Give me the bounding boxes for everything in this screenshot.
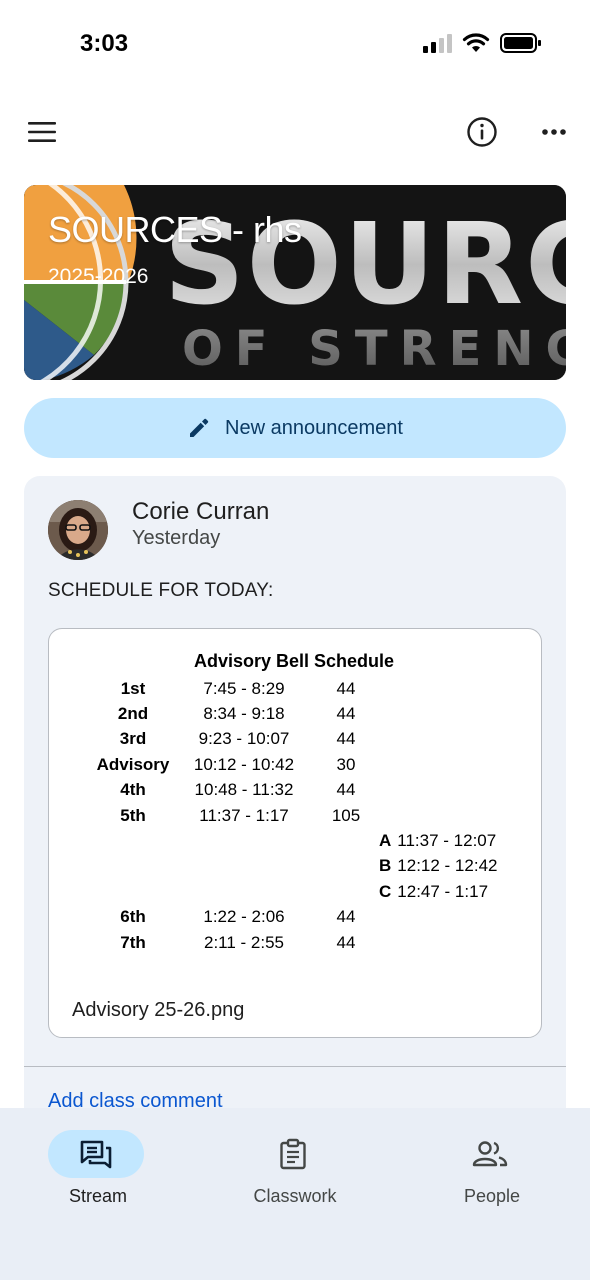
- more-options-button[interactable]: [534, 112, 574, 152]
- lunch-letter: A: [379, 831, 392, 850]
- schedule-time: 8:34 - 9:18: [203, 704, 285, 723]
- lunch-row: B 12:12 - 12:42: [379, 856, 497, 876]
- schedule-minutes: 44: [336, 729, 356, 748]
- more-horizontal-icon: [542, 129, 566, 135]
- schedule-minutes: 44: [336, 704, 356, 723]
- nav-item-classwork[interactable]: Classwork: [197, 1130, 393, 1220]
- course-title: SOURCES - rhs: [48, 209, 302, 250]
- schedule-time: 10:48 - 11:32: [194, 780, 294, 799]
- announcement-post: Corie Curran Yesterday SCHEDULE FOR TODA…: [24, 476, 566, 1176]
- image-attachment[interactable]: Advisory Bell Schedule 1st 7:45 - 8:29 44 2…: [48, 628, 542, 1038]
- wifi-icon: [462, 33, 490, 52]
- lunch-time: 11:37 - 12:07: [397, 831, 497, 850]
- comment-divider: [24, 1066, 566, 1067]
- schedule-time: 1:22 - 2:06: [203, 907, 285, 926]
- status-icons: [423, 32, 542, 54]
- schedule-time: 9:23 - 10:07: [198, 729, 290, 748]
- classwork-icon: [280, 1138, 306, 1170]
- nav-item-stream[interactable]: Stream: [0, 1130, 196, 1220]
- avatar-image: [48, 500, 108, 560]
- attachment-filename: Advisory 25-26.png: [72, 999, 245, 1021]
- nav-pill-classwork: [245, 1130, 341, 1178]
- post-timestamp: Yesterday: [132, 527, 221, 549]
- new-announcement-label: New announcement: [225, 416, 403, 439]
- new-announcement-button[interactable]: New announcement: [24, 398, 566, 458]
- class-info-button[interactable]: [462, 112, 502, 152]
- info-icon: [467, 117, 497, 147]
- nav-label-stream: Stream: [68, 1186, 128, 1206]
- lunch-row: C 12:47 - 1:17: [379, 882, 488, 902]
- schedule-minutes: 44: [336, 933, 356, 952]
- schedule-minutes: 30: [336, 755, 356, 774]
- lunch-time: 12:12 - 12:42: [397, 856, 498, 875]
- lunch-row: A 11:37 - 12:07: [379, 831, 496, 851]
- schedule-minutes: 44: [336, 780, 356, 799]
- class-banner: SOURC OF STRENG SOURCES - rhs 2025-2026: [24, 185, 566, 380]
- people-icon: [472, 1141, 508, 1167]
- post-body: SCHEDULE FOR TODAY:: [48, 580, 274, 601]
- menu-button[interactable]: [22, 112, 62, 152]
- post-author: Corie Curran: [132, 498, 270, 525]
- stream-icon: [80, 1140, 112, 1169]
- nav-item-people[interactable]: People: [394, 1130, 590, 1220]
- status-bar: 3:03: [0, 0, 590, 90]
- lunch-time: 12:47 - 1:17: [397, 882, 489, 901]
- cellular-signal-icon: [423, 33, 452, 53]
- schedule-minutes: 105: [331, 806, 361, 825]
- bottom-navigation: Stream Classwork People: [0, 1108, 590, 1280]
- lunch-letter: B: [379, 856, 392, 875]
- nav-pill-people: [442, 1130, 538, 1178]
- hamburger-menu-icon: [28, 122, 56, 142]
- schedule-minutes: 44: [336, 679, 356, 698]
- schedule-time: 7:45 - 8:29: [203, 679, 285, 698]
- course-subtitle: 2025-2026: [48, 265, 149, 288]
- banner-text-sub: OF STRENG: [182, 321, 566, 377]
- pencil-icon: [190, 418, 209, 437]
- nav-label-people: People: [463, 1186, 521, 1206]
- author-avatar[interactable]: [48, 500, 108, 560]
- nav-label-classwork: Classwork: [253, 1186, 337, 1206]
- schedule-minutes: 44: [336, 907, 356, 926]
- schedule-time: 2:11 - 2:55: [203, 933, 285, 952]
- schedule-time: 10:12 - 10:42: [193, 755, 295, 774]
- battery-icon: [500, 33, 541, 53]
- nav-pill-stream: [48, 1130, 144, 1178]
- schedule-title: Advisory Bell Schedule: [193, 651, 395, 671]
- lunch-letter: C: [379, 882, 392, 901]
- top-app-bar: [0, 100, 590, 164]
- status-time: 3:03: [80, 30, 129, 57]
- schedule-time: 11:37 - 1:17: [199, 806, 289, 825]
